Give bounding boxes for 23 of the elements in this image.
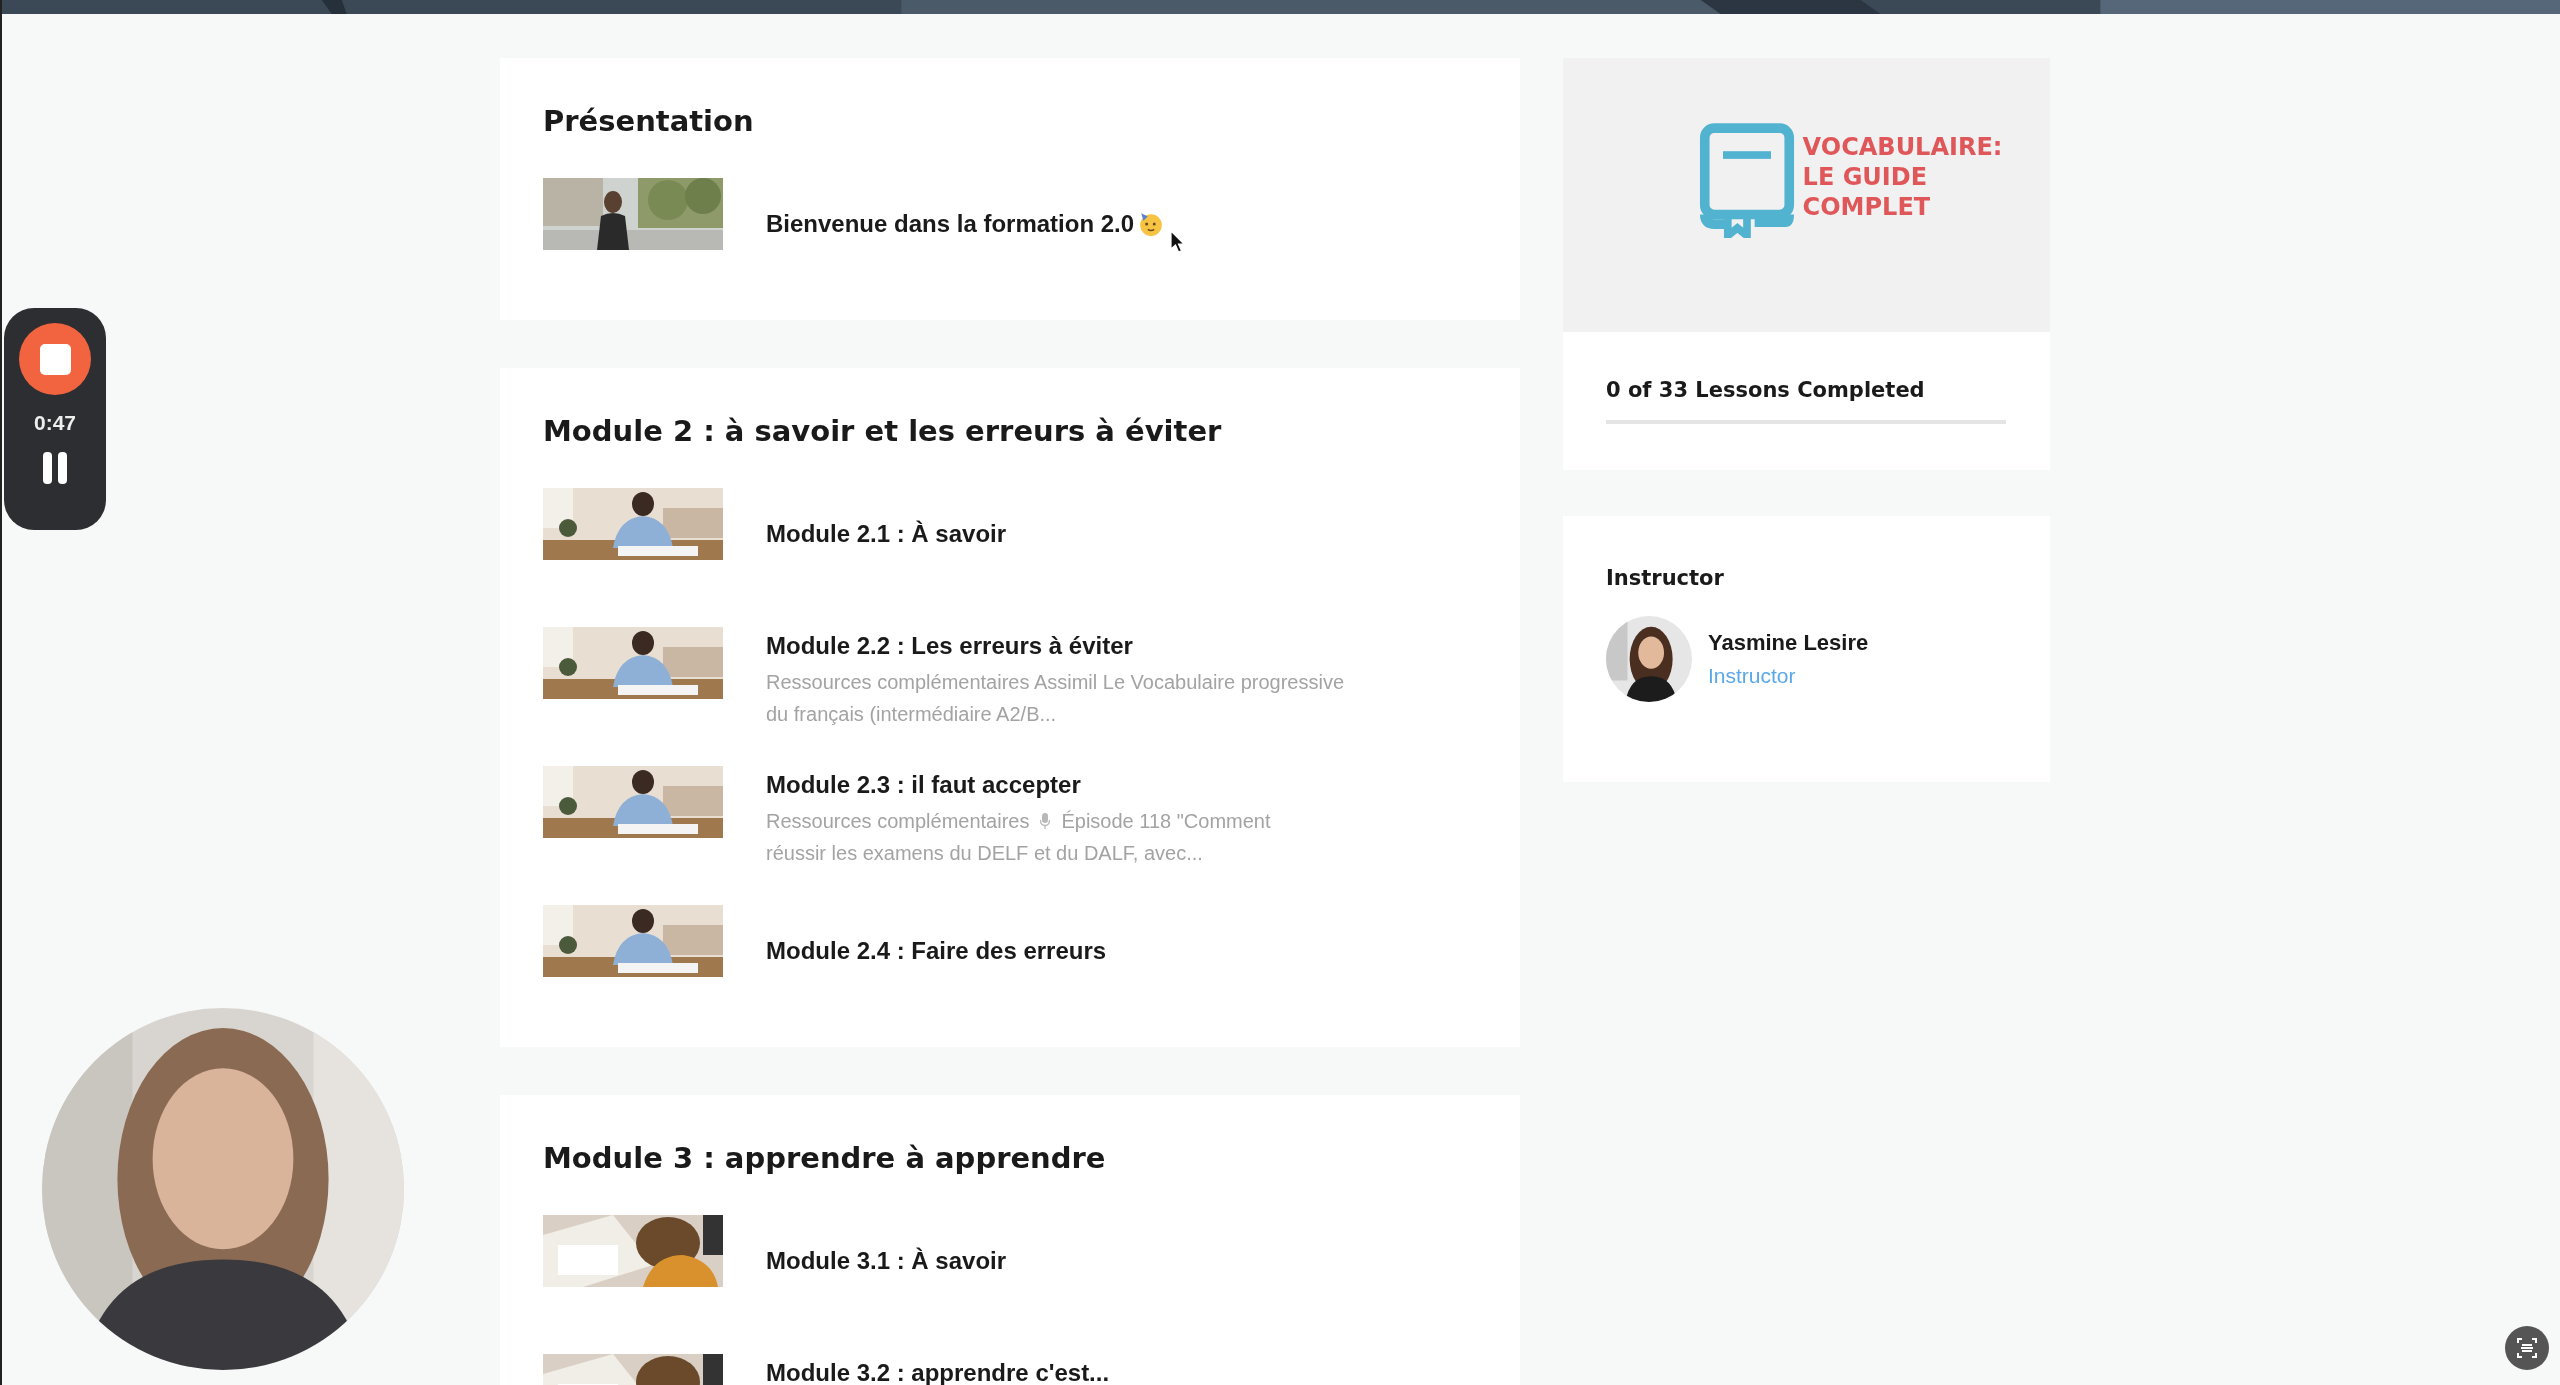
scan-text-icon[interactable] (2505, 1326, 2549, 1370)
book-icon (1698, 122, 1795, 238)
section-title: Module 2 : à savoir et les erreurs à éviter (543, 414, 1223, 448)
lesson-link[interactable]: Module 3.1 : À savoir (766, 1247, 1007, 1275)
lesson-excerpt: Ressources complémentaires (766, 809, 1030, 834)
lesson-link[interactable]: Module 2.4 : Faire des erreurs (766, 937, 1107, 965)
microphone-icon (1039, 812, 1052, 830)
instructor-name: Yasmine Lesire (1708, 630, 1869, 656)
lesson-excerpt: Épisode 118 "Comment (1061, 809, 1271, 834)
lesson-link[interactable]: Bienvenue dans la formation 2.0 (766, 210, 1135, 238)
progress-label: 0 of 33 Lessons Completed (1606, 378, 1926, 402)
lesson-link[interactable]: Module 2.1 : À savoir (766, 520, 1007, 548)
instructor-heading: Instructor (1606, 566, 1725, 590)
section-title: Module 3 : apprendre à apprendre (543, 1141, 1107, 1175)
lesson-excerpt: réussir les examens du DELF et du DALF, avec... (766, 841, 1203, 866)
pause-icon[interactable] (41, 451, 69, 485)
cursor-icon (1170, 230, 1186, 254)
section-title: Présentation (543, 104, 755, 138)
lesson-link[interactable]: Module 2.3 : il faut accepter (766, 771, 1081, 799)
lesson-link[interactable]: Module 2.2 : Les erreurs à éviter (766, 632, 1133, 660)
lesson-excerpt: Ressources complémentaires Assimil Le Vocabulaire progressive du français (intermédiaire A2/B... (766, 670, 1346, 727)
recording-timer: 0:47 (34, 411, 76, 435)
course-title: VOCABULAIRE: LE GUIDE COMPLET (1802, 132, 2003, 222)
